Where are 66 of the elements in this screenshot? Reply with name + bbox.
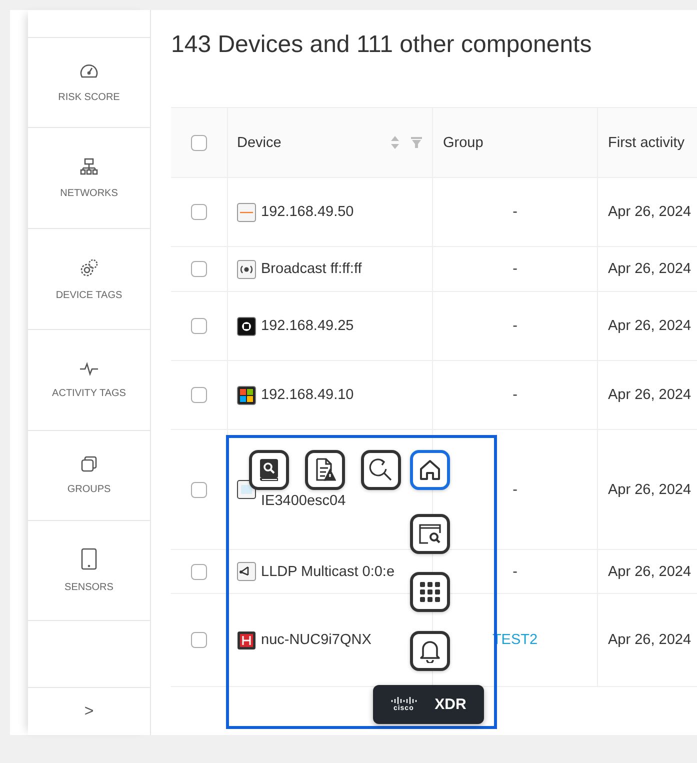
checkbox[interactable] xyxy=(191,564,207,580)
column-header[interactable]: Group xyxy=(443,134,484,150)
group-cell: - xyxy=(512,318,518,334)
refresh-search-icon xyxy=(369,458,393,482)
group-cell: - xyxy=(512,261,518,277)
bell-icon xyxy=(419,639,441,663)
device-name[interactable]: 192.168.49.25 xyxy=(261,318,354,334)
window-search-icon xyxy=(418,523,442,545)
bars-logo-icon xyxy=(390,697,417,704)
device-name[interactable]: 192.168.49.10 xyxy=(261,387,354,403)
checkbox[interactable] xyxy=(191,387,207,403)
checkbox[interactable] xyxy=(191,261,207,277)
home-icon xyxy=(419,459,441,481)
device-icon xyxy=(237,630,256,650)
book-search-button[interactable] xyxy=(249,450,289,490)
table-cell: Apr 26, 2024 xyxy=(608,261,692,277)
sidebar-item[interactable]: SENSORS xyxy=(28,521,150,621)
device-name[interactable]: 192.168.49.50 xyxy=(261,204,354,220)
tablet-icon xyxy=(81,548,97,570)
device-icon xyxy=(237,202,256,222)
table-cell: Apr 26, 2024 xyxy=(608,204,692,220)
checkbox[interactable] xyxy=(191,318,207,334)
network-icon xyxy=(80,158,98,176)
sidebar-item[interactable]: GROUPS xyxy=(28,431,150,521)
filter-icon[interactable] xyxy=(411,137,422,148)
window-search-button[interactable] xyxy=(410,514,450,554)
pulse-icon xyxy=(79,362,99,376)
doc-alert-button[interactable] xyxy=(305,450,345,490)
gauge-icon xyxy=(79,62,99,80)
device-name[interactable]: Broadcast ff:ff:ff xyxy=(261,261,362,277)
device-name[interactable]: LLDP Multicast 0:0:e xyxy=(261,564,395,580)
refresh-search-button[interactable] xyxy=(361,450,401,490)
windows-icon xyxy=(237,386,256,404)
bell-button[interactable] xyxy=(410,631,450,671)
sidebar-item[interactable]: NETWORKS xyxy=(28,128,150,229)
table-cell: Apr 26, 2024 xyxy=(608,564,692,580)
column-header[interactable]: Device xyxy=(237,134,282,150)
checkbox[interactable] xyxy=(191,204,207,220)
table-cell: Apr 26, 2024 xyxy=(608,632,692,648)
table-cell: Apr 26, 2024 xyxy=(608,482,692,498)
sort-icon[interactable] xyxy=(391,136,399,149)
device-name[interactable]: nuc-NUC9i7QNX xyxy=(261,632,372,648)
stack-icon xyxy=(81,456,97,472)
device-name[interactable]: IE3400esc04 xyxy=(261,492,346,508)
apps-button[interactable] xyxy=(410,572,450,612)
broadcast-icon xyxy=(237,260,256,278)
table-cell: Apr 26, 2024 xyxy=(608,318,692,334)
home-button[interactable] xyxy=(410,450,450,490)
expand-button[interactable]: > xyxy=(28,688,150,735)
sidebar-item[interactable]: ACTIVITY TAGS xyxy=(28,330,150,431)
sidebar-item[interactable]: RISK SCORE xyxy=(28,38,150,128)
checkbox[interactable] xyxy=(191,632,207,648)
sidebar-item[interactable]: DEVICE TAGS xyxy=(28,229,150,330)
column-header[interactable]: First activity xyxy=(608,134,685,150)
group-cell: - xyxy=(512,204,518,220)
gears-icon xyxy=(79,258,99,278)
group-cell: - xyxy=(512,482,518,498)
checkbox[interactable] xyxy=(191,134,207,150)
group-cell: - xyxy=(512,564,518,580)
table-cell: Apr 26, 2024 xyxy=(608,387,692,403)
checkbox[interactable] xyxy=(191,482,207,498)
group-cell: - xyxy=(512,387,518,403)
page-title: 143 Devices and 111 other components xyxy=(171,30,593,60)
apps-grid-icon xyxy=(419,581,441,603)
book-search-icon xyxy=(258,458,280,482)
document-warning-icon xyxy=(314,458,336,482)
